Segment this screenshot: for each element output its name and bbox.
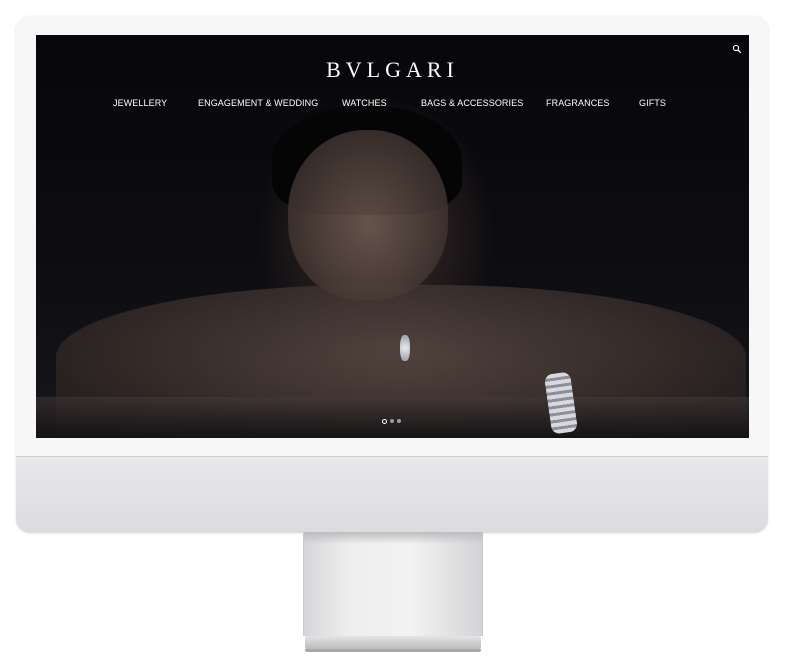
monitor-chin (16, 456, 768, 533)
hero-model-face (288, 130, 448, 300)
brand-logo[interactable]: BVLGARI (36, 57, 749, 83)
monitor-stand-foot (305, 636, 481, 649)
nav-item-bags-accessories[interactable]: BAGS & ACCESSORIES (421, 98, 523, 108)
nav-item-fragrances[interactable]: FRAGRANCES (546, 98, 610, 108)
table-reflection (36, 397, 749, 438)
website-screen: BVLGARI JEWELLERY ENGAGEMENT & WEDDING W… (36, 35, 749, 438)
nav-item-jewellery[interactable]: JEWELLERY (113, 98, 167, 108)
necklace-pendant (400, 335, 410, 361)
carousel-dot-3[interactable] (397, 419, 401, 423)
main-navigation: JEWELLERY ENGAGEMENT & WEDDING WATCHES B… (36, 98, 749, 112)
hero-banner-image[interactable] (36, 35, 749, 438)
nav-item-engagement-wedding[interactable]: ENGAGEMENT & WEDDING (198, 98, 318, 108)
monitor-stand (303, 532, 483, 636)
monitor-stand-base-edge (305, 649, 481, 652)
carousel-dot-1[interactable] (382, 419, 387, 424)
nav-item-watches[interactable]: WATCHES (342, 98, 387, 108)
nav-item-gifts[interactable]: GIFTS (639, 98, 666, 108)
search-icon[interactable] (731, 42, 743, 54)
imac-device: BVLGARI JEWELLERY ENGAGEMENT & WEDDING W… (16, 16, 768, 533)
carousel-dot-2[interactable] (390, 419, 394, 423)
